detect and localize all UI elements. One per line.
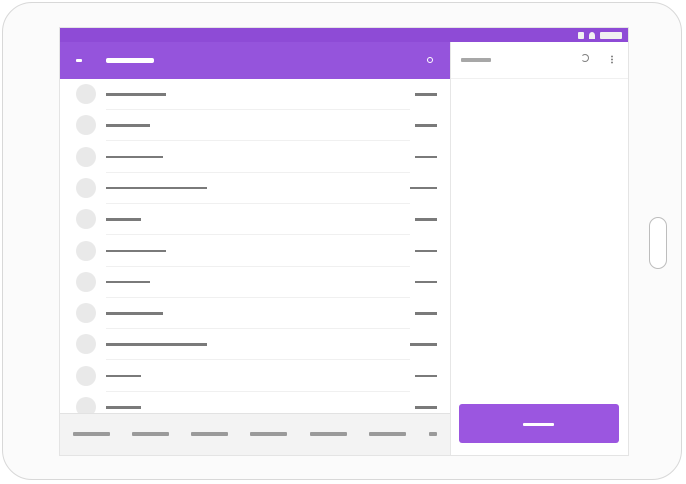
avatar: [76, 397, 96, 413]
avatar: [76, 84, 96, 104]
list-item-time: [415, 406, 437, 409]
list-item[interactable]: [60, 329, 450, 361]
avatar: [76, 209, 96, 230]
list-item[interactable]: [60, 236, 450, 267]
primary-action-button[interactable]: [459, 404, 619, 443]
avatar: [76, 365, 96, 386]
bottom-tab[interactable]: [250, 432, 287, 436]
list-item-time: [410, 343, 437, 346]
list-item[interactable]: [60, 142, 450, 173]
bottom-tab[interactable]: [73, 432, 110, 436]
app-title: [106, 58, 154, 63]
primary-action-label: [523, 423, 554, 426]
bottom-tab[interactable]: [191, 432, 228, 436]
bottom-tab[interactable]: [310, 432, 347, 436]
search-icon[interactable]: [427, 57, 433, 63]
bottom-tab[interactable]: [429, 432, 437, 436]
avatar: [76, 146, 96, 167]
menu-icon[interactable]: [76, 59, 82, 62]
list-item[interactable]: [60, 267, 450, 298]
list-item-time: [415, 374, 437, 378]
list-item-name: [106, 249, 166, 252]
avatar: [76, 115, 96, 136]
list-item-name: [106, 280, 150, 284]
list-item-time: [415, 218, 437, 221]
status-bar: [60, 28, 628, 42]
list-item-name: [106, 312, 163, 315]
list-item[interactable]: [60, 361, 450, 392]
detail-pane: [450, 42, 628, 455]
detail-header: [451, 42, 628, 79]
battery-icon: [600, 31, 622, 39]
wifi-icon: [589, 31, 595, 39]
list-item-time: [415, 312, 437, 315]
list-item-name: [106, 155, 163, 159]
list-item-name: [106, 343, 207, 346]
list-item-time: [415, 249, 437, 252]
more-vert-icon[interactable]: [611, 55, 613, 64]
tablet-screen: [59, 27, 629, 456]
list-item-name: [106, 406, 141, 409]
list-item-name: [106, 374, 141, 378]
list-item[interactable]: [60, 204, 450, 236]
home-button[interactable]: [649, 217, 667, 269]
bottom-tab[interactable]: [369, 432, 406, 436]
list-item[interactable]: [60, 110, 450, 142]
list-item-time: [415, 124, 437, 127]
message-list[interactable]: [60, 79, 450, 413]
app-bar: [60, 42, 450, 79]
list-item-name: [106, 93, 166, 96]
detail-title: [461, 58, 491, 62]
avatar: [76, 334, 96, 355]
list-item-time: [410, 186, 437, 190]
list-item[interactable]: [60, 392, 450, 413]
list-item-time: [415, 93, 437, 96]
list-item[interactable]: [60, 79, 450, 110]
avatar: [76, 303, 96, 324]
list-item-name: [106, 124, 150, 127]
list-item-name: [106, 186, 207, 190]
avatar: [76, 271, 96, 292]
list-item-time: [415, 155, 437, 159]
bottom-tab-bar: [60, 413, 450, 455]
signal-icon: [578, 31, 584, 39]
list-item[interactable]: [60, 173, 450, 204]
reply-icon[interactable]: [581, 54, 589, 62]
bottom-tab[interactable]: [132, 432, 169, 436]
avatar: [76, 240, 96, 261]
list-item-name: [106, 218, 141, 221]
list-item-time: [415, 280, 437, 284]
avatar: [76, 177, 96, 198]
list-item[interactable]: [60, 298, 450, 330]
